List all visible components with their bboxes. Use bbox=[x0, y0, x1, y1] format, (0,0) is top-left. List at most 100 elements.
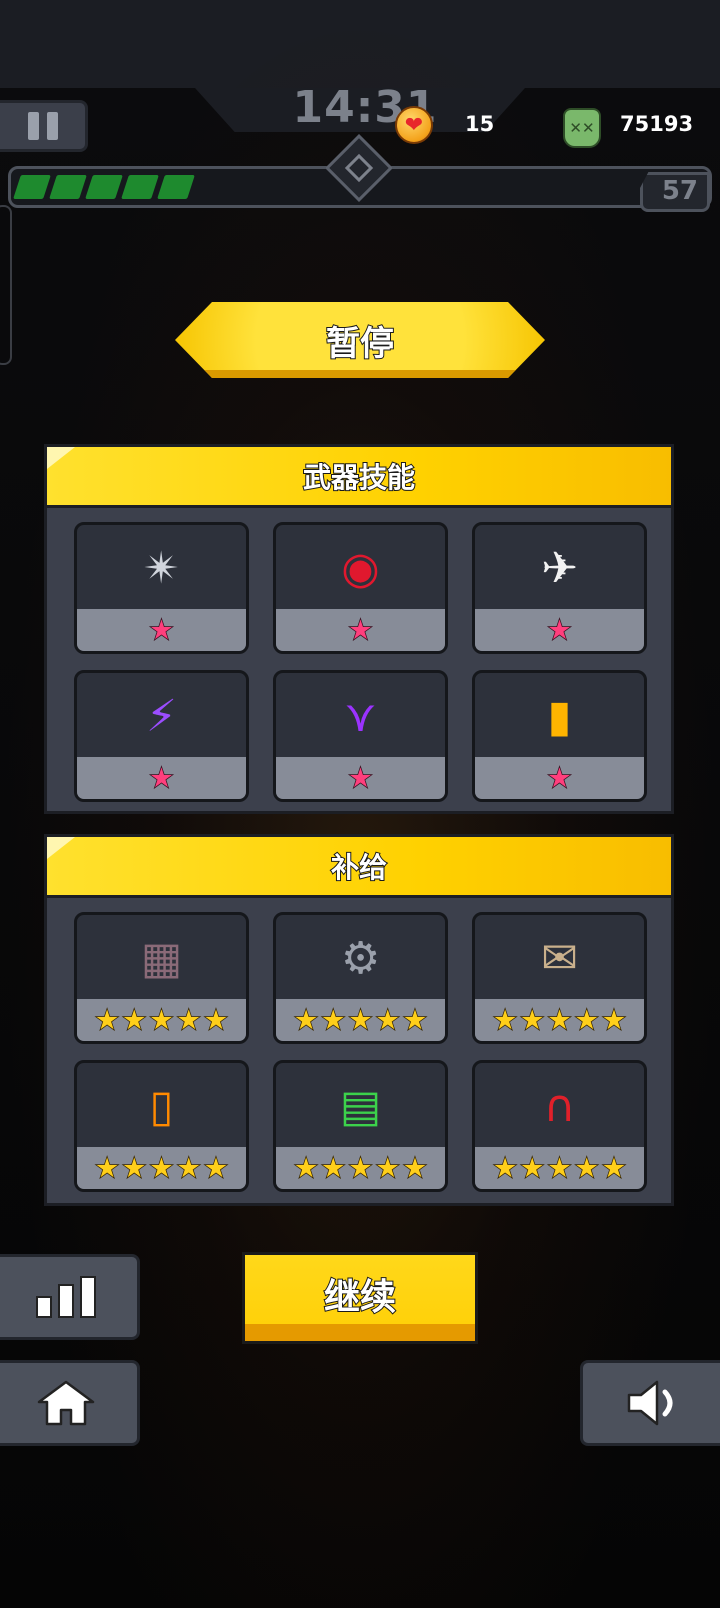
weapon-skill-slot[interactable]: ✈ ★ bbox=[472, 522, 647, 654]
kills-count: 75193 bbox=[620, 112, 694, 136]
pause-title: 暂停 bbox=[325, 323, 395, 365]
star-icon: ★ bbox=[547, 1152, 573, 1185]
supply-slot[interactable]: ▦ ★ ★ ★ ★ ★ bbox=[74, 912, 249, 1044]
weapon-skills-panel: 武器技能 ✴ ★ ◉ ★ ✈ ★ ⚡ ★ ⋎ ★ ▮ ★ bbox=[44, 444, 674, 814]
supply-slot[interactable]: ✉ ★ ★ ★ ★ ★ bbox=[472, 912, 647, 1044]
sound-button[interactable] bbox=[580, 1360, 720, 1446]
xp-progress-fill bbox=[13, 175, 195, 199]
star-icon: ★ bbox=[492, 1004, 518, 1037]
weapon-skill-slot[interactable]: ◉ ★ bbox=[273, 522, 448, 654]
hearts-count: 15 bbox=[465, 112, 495, 136]
supplies-title: 补给 bbox=[330, 850, 388, 885]
star-icon: ★ bbox=[402, 1152, 428, 1185]
purple-boomerang-icon: ⋎ bbox=[344, 690, 377, 742]
magnet-icon: ∩ bbox=[543, 1080, 576, 1132]
star-icon: ★ bbox=[121, 1004, 147, 1037]
supply-slot[interactable]: ▯ ★ ★ ★ ★ ★ bbox=[74, 1060, 249, 1192]
shuriken-icon: ✴ bbox=[143, 542, 180, 594]
star-icon: ★ bbox=[149, 1004, 175, 1037]
star-icon: ★ bbox=[492, 1152, 518, 1185]
xp-segment bbox=[49, 175, 87, 199]
star-icon: ★ bbox=[348, 614, 374, 647]
star-icon: ★ bbox=[348, 1004, 374, 1037]
star-rating: ★ ★ ★ ★ ★ bbox=[77, 1147, 246, 1189]
home-button[interactable] bbox=[0, 1360, 140, 1446]
continue-label: 继续 bbox=[323, 1276, 397, 1319]
xp-segment bbox=[85, 175, 123, 199]
tesla-coil-icon: ⚡ bbox=[146, 690, 177, 742]
star-rating: ★ bbox=[276, 757, 445, 799]
star-icon: ★ bbox=[574, 1004, 600, 1037]
supplies-grid: ▦ ★ ★ ★ ★ ★ ⚙ ★ ★ ★ ★ ★ ✉ ★ ★ ★ ★ ★ ▯ ★ ★ ★ ★ ★ ▤ ★ ★ ★ ★ ★ ∩ ★ ★ ★ ★ ★ bbox=[47, 898, 671, 1192]
star-rating: ★ bbox=[475, 609, 644, 651]
star-icon: ★ bbox=[519, 1004, 545, 1037]
star-icon: ★ bbox=[348, 1152, 374, 1185]
star-icon: ★ bbox=[121, 1152, 147, 1185]
supplies-header: 补给 bbox=[47, 837, 671, 898]
star-icon: ★ bbox=[94, 1004, 120, 1037]
star-icon: ★ bbox=[293, 1152, 319, 1185]
star-icon: ★ bbox=[149, 762, 175, 795]
star-icon: ★ bbox=[149, 614, 175, 647]
supplies-panel: 补给 ▦ ★ ★ ★ ★ ★ ⚙ ★ ★ ★ ★ ★ ✉ ★ ★ ★ ★ ★ ▯ ★ ★ ★ ★ ★ ▤ ★ ★ ★ ★ ★ ∩ ★ ★ ★ ★ ★ bbox=[44, 834, 674, 1206]
star-icon: ★ bbox=[94, 1152, 120, 1185]
home-icon bbox=[37, 1380, 94, 1426]
weapon-skill-slot[interactable]: ▮ ★ bbox=[472, 670, 647, 802]
heart-icon: ❤ bbox=[395, 106, 433, 144]
star-rating: ★ ★ ★ ★ ★ bbox=[276, 999, 445, 1041]
red-disc-icon: ◉ bbox=[341, 542, 380, 594]
drone-icon: ✈ bbox=[541, 542, 578, 594]
xp-segment bbox=[13, 175, 51, 199]
star-icon: ★ bbox=[176, 1004, 202, 1037]
star-rating: ★ ★ ★ ★ ★ bbox=[475, 1147, 644, 1189]
stats-button[interactable] bbox=[0, 1254, 140, 1340]
star-icon: ★ bbox=[601, 1152, 627, 1185]
xp-segment bbox=[121, 175, 159, 199]
star-icon: ★ bbox=[375, 1004, 401, 1037]
weapon-skill-slot[interactable]: ✴ ★ bbox=[74, 522, 249, 654]
star-icon: ★ bbox=[547, 614, 573, 647]
pause-button[interactable] bbox=[0, 100, 88, 152]
xp-segment bbox=[157, 175, 195, 199]
mech-arm-icon: ⚙ bbox=[340, 932, 381, 984]
weapon-skill-slot[interactable]: ⚡ ★ bbox=[74, 670, 249, 802]
pause-icon-bar bbox=[27, 112, 39, 140]
pause-title-banner: 暂停 bbox=[175, 302, 545, 378]
star-rating: ★ ★ ★ ★ ★ bbox=[276, 1147, 445, 1189]
star-icon: ★ bbox=[547, 1004, 573, 1037]
star-icon: ★ bbox=[293, 1004, 319, 1037]
star-rating: ★ bbox=[475, 757, 644, 799]
star-icon: ★ bbox=[348, 762, 374, 795]
star-icon: ★ bbox=[320, 1152, 346, 1185]
weapon-skills-title: 武器技能 bbox=[302, 460, 416, 495]
pause-icon-bar bbox=[46, 112, 58, 140]
armor-vest-icon: ▦ bbox=[140, 932, 183, 984]
continue-button[interactable]: 继续 bbox=[242, 1252, 478, 1344]
star-rating: ★ bbox=[77, 757, 246, 799]
star-icon: ★ bbox=[149, 1152, 175, 1185]
level-number: 57 bbox=[661, 176, 698, 206]
supply-slot[interactable]: ⚙ ★ ★ ★ ★ ★ bbox=[273, 912, 448, 1044]
star-icon: ★ bbox=[176, 1152, 202, 1185]
scroll-icon: ✉ bbox=[541, 932, 578, 984]
supply-slot[interactable]: ∩ ★ ★ ★ ★ ★ bbox=[472, 1060, 647, 1192]
weapon-skill-slot[interactable]: ⋎ ★ bbox=[273, 670, 448, 802]
weapon-skills-header: 武器技能 bbox=[47, 447, 671, 508]
side-panel-edge bbox=[0, 205, 12, 365]
star-icon: ★ bbox=[203, 1152, 229, 1185]
star-icon: ★ bbox=[375, 1152, 401, 1185]
grenade-canister-icon: ▮ bbox=[547, 690, 572, 742]
star-icon: ★ bbox=[601, 1004, 627, 1037]
supply-slot[interactable]: ▤ ★ ★ ★ ★ ★ bbox=[273, 1060, 448, 1192]
battery-icon: ▯ bbox=[149, 1080, 174, 1132]
star-rating: ★ ★ ★ ★ ★ bbox=[77, 999, 246, 1041]
power-cell-icon: ▤ bbox=[339, 1080, 382, 1132]
star-icon: ★ bbox=[320, 1004, 346, 1037]
weapon-skills-grid: ✴ ★ ◉ ★ ✈ ★ ⚡ ★ ⋎ ★ ▮ ★ bbox=[47, 508, 671, 802]
skull-icon: ✕✕ bbox=[563, 108, 601, 148]
star-icon: ★ bbox=[402, 1004, 428, 1037]
star-rating: ★ bbox=[276, 609, 445, 651]
star-icon: ★ bbox=[547, 762, 573, 795]
bar-chart-icon bbox=[35, 1276, 96, 1318]
star-rating: ★ ★ ★ ★ ★ bbox=[475, 999, 644, 1041]
